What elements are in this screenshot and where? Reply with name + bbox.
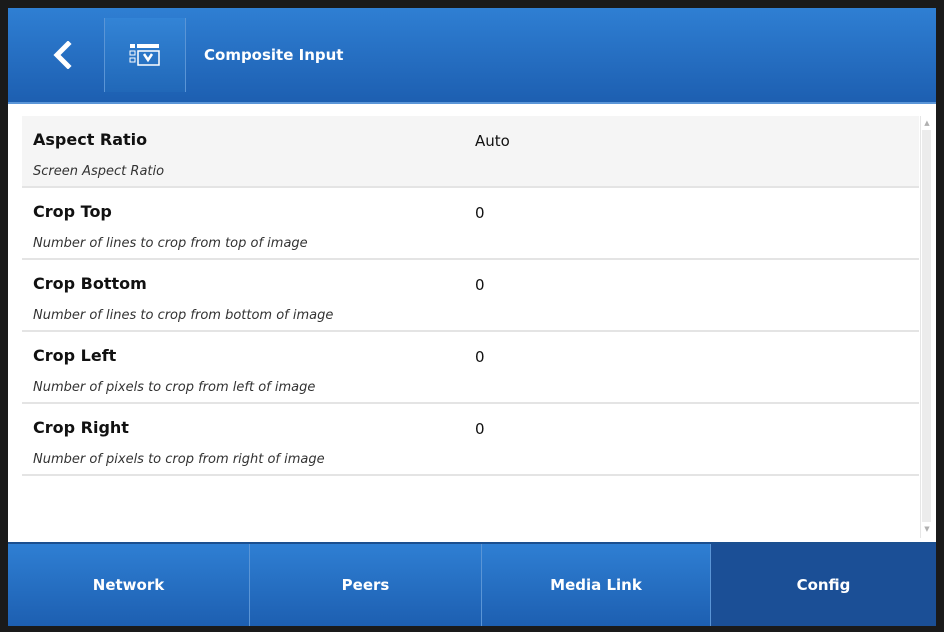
setting-value[interactable]: 0 xyxy=(475,204,485,222)
tab-label: Network xyxy=(92,576,165,594)
setting-label: Aspect Ratio xyxy=(33,130,148,149)
header-bar: Composite Input xyxy=(8,8,936,104)
setting-value[interactable]: 0 xyxy=(475,420,485,438)
tab-media-link[interactable]: Media Link xyxy=(482,544,711,626)
setting-description: Screen Aspect Ratio xyxy=(33,164,165,179)
setting-description: Number of pixels to crop from left of im… xyxy=(33,380,316,395)
menu-button[interactable] xyxy=(104,18,186,92)
setting-description: Number of lines to crop from top of imag… xyxy=(33,236,308,251)
tab-label: Media Link xyxy=(550,576,642,594)
setting-value[interactable]: 0 xyxy=(475,276,485,294)
scroll-down-arrow-icon[interactable]: ▼ xyxy=(923,524,931,534)
setting-label: Crop Bottom xyxy=(33,274,147,293)
setting-label: Crop Top xyxy=(33,202,112,221)
scrollbar[interactable]: ▲ ▼ xyxy=(920,116,933,538)
tab-peers[interactable]: Peers xyxy=(250,544,482,626)
list-download-icon xyxy=(129,44,160,66)
setting-value[interactable]: 0 xyxy=(475,348,485,366)
chevron-left-icon xyxy=(53,41,72,69)
setting-value[interactable]: Auto xyxy=(475,132,510,150)
setting-label: Crop Left xyxy=(33,346,117,365)
bottom-tab-bar: Network Peers Media Link Config xyxy=(8,542,936,626)
scroll-up-arrow-icon[interactable]: ▲ xyxy=(923,118,931,128)
tab-config[interactable]: Config xyxy=(711,544,936,626)
setting-label: Crop Right xyxy=(33,418,129,437)
setting-row-crop-bottom[interactable]: Crop Bottom 0 Number of lines to crop fr… xyxy=(22,260,919,332)
settings-list: Aspect Ratio Auto Screen Aspect Ratio Cr… xyxy=(22,116,919,498)
tab-label: Config xyxy=(796,576,851,594)
setting-row-crop-right[interactable]: Crop Right 0 Number of pixels to crop fr… xyxy=(22,404,919,476)
page-title: Composite Input xyxy=(204,46,344,64)
setting-row-crop-left[interactable]: Crop Left 0 Number of pixels to crop fro… xyxy=(22,332,919,404)
tab-label: Peers xyxy=(341,576,390,594)
setting-description: Number of lines to crop from bottom of i… xyxy=(33,308,334,323)
setting-row-aspect-ratio[interactable]: Aspect Ratio Auto Screen Aspect Ratio xyxy=(22,116,919,188)
setting-row-crop-top[interactable]: Crop Top 0 Number of lines to crop from … xyxy=(22,188,919,260)
back-button[interactable] xyxy=(22,18,102,92)
tab-network[interactable]: Network xyxy=(8,544,250,626)
setting-description: Number of pixels to crop from right of i… xyxy=(33,452,325,467)
scroll-thumb[interactable] xyxy=(922,130,931,522)
app-window: Composite Input Aspect Ratio Auto Screen… xyxy=(8,8,936,626)
